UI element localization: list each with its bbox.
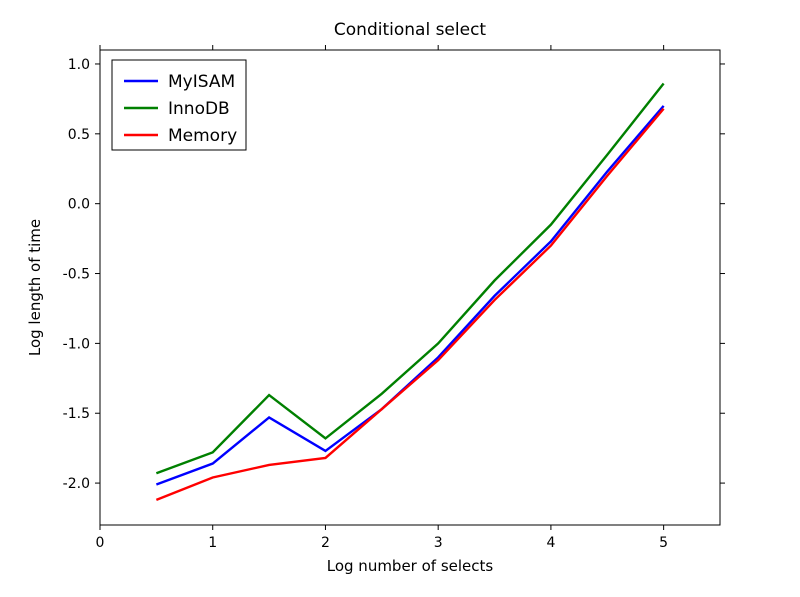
y-tick-label: -2.0 [63, 476, 90, 492]
legend-label-myisam: MyISAM [168, 72, 235, 92]
chart-title: Conditional select [334, 20, 487, 40]
x-tick-label: 4 [546, 535, 555, 551]
y-tick-label: 0.0 [68, 197, 90, 213]
y-tick-label: 0.5 [68, 127, 90, 143]
series-line-myisam [156, 106, 663, 485]
y-tick-label: -0.5 [63, 267, 90, 283]
x-tick-label: 1 [208, 535, 217, 551]
legend-label-innodb: InnoDB [168, 99, 230, 119]
y-tick-label: -1.5 [63, 406, 90, 422]
series-line-memory [156, 109, 663, 500]
y-axis-label: Log length of time [26, 219, 44, 356]
x-axis-label: Log number of selects [327, 557, 494, 575]
legend: MyISAM InnoDB Memory [112, 60, 246, 150]
legend-label-memory: Memory [168, 126, 237, 146]
x-tick-label: 0 [96, 535, 105, 551]
chart-container: 0 1 2 3 4 5 -2.0 -1.5 -1.0 -0.5 0.0 0.5 1.0 Log num… [0, 0, 800, 597]
y-tick-label: 1.0 [68, 57, 90, 73]
x-tick-label: 3 [434, 535, 443, 551]
y-tick-label: -1.0 [63, 336, 90, 352]
chart-svg: 0 1 2 3 4 5 -2.0 -1.5 -1.0 -0.5 0.0 0.5 1.0 Log num… [0, 0, 800, 597]
x-tick-label: 2 [321, 535, 330, 551]
x-tick-label: 5 [659, 535, 668, 551]
